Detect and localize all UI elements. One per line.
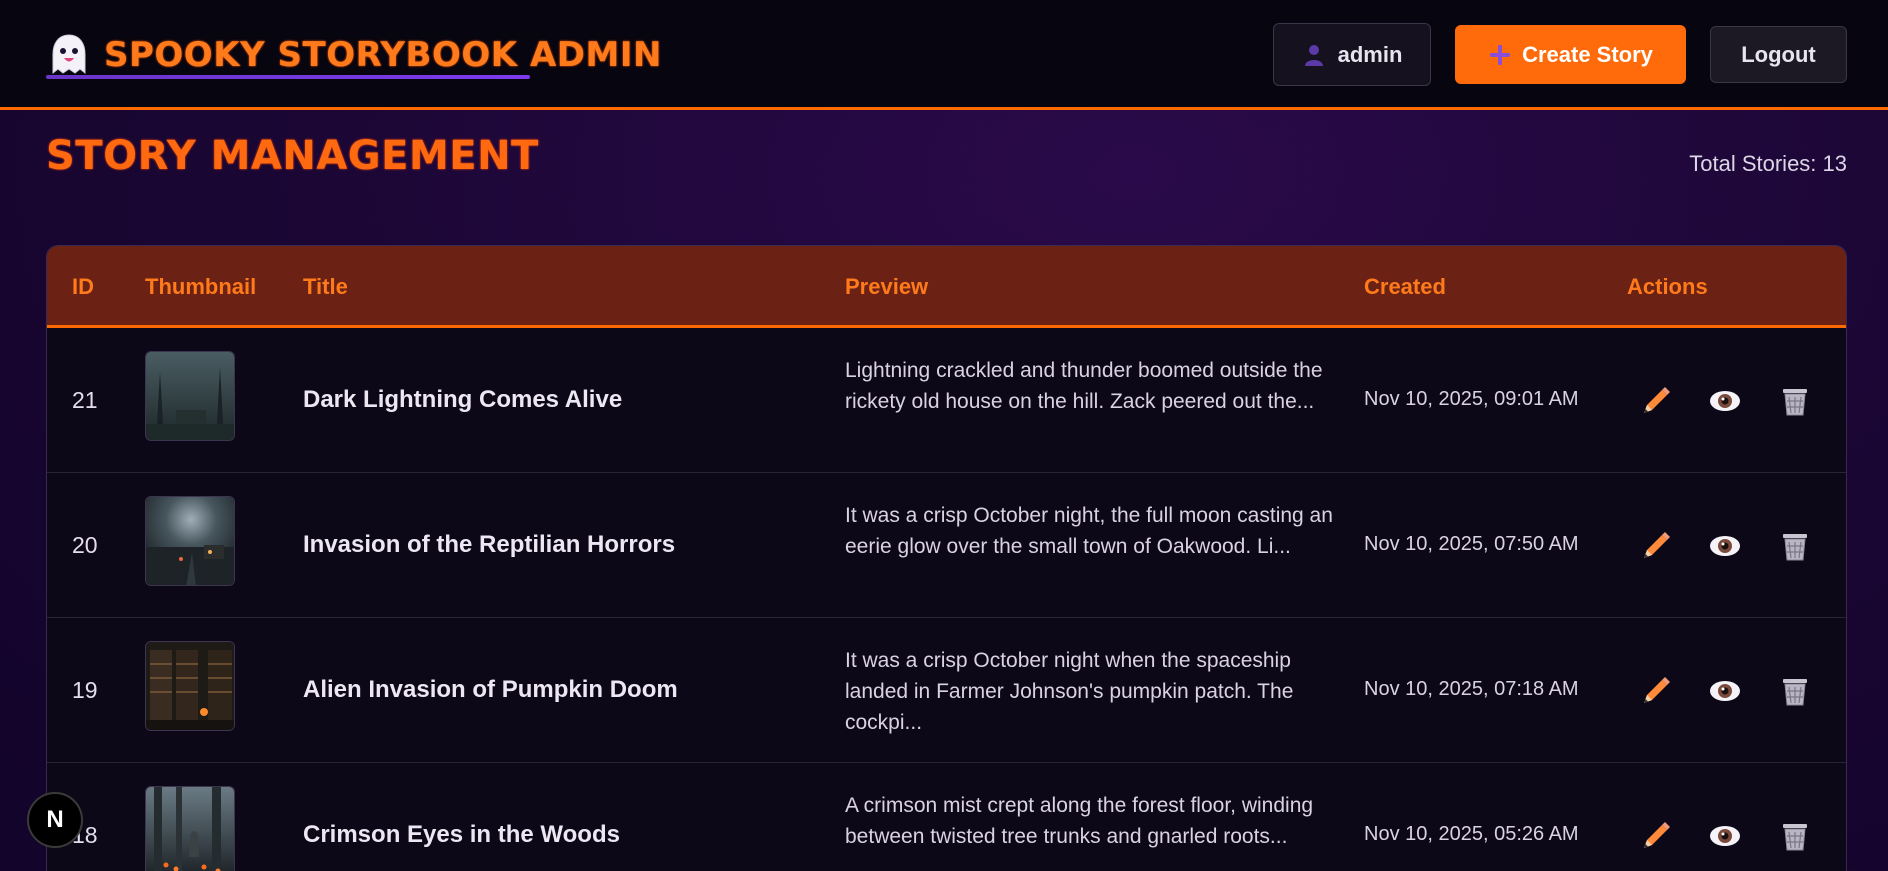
user-icon xyxy=(1302,43,1326,67)
story-title: Crimson Eyes in the Woods xyxy=(303,821,620,848)
page-title: STORY MANAGEMENT xyxy=(46,133,539,179)
column-header-preview: Preview xyxy=(845,274,929,299)
eye-icon[interactable] xyxy=(1707,528,1743,564)
trash-icon[interactable] xyxy=(1777,528,1813,564)
column-header-created: Created xyxy=(1364,274,1446,299)
eye-icon[interactable] xyxy=(1707,818,1743,854)
trash-icon[interactable] xyxy=(1777,383,1813,419)
create-story-label: Create Story xyxy=(1522,41,1653,67)
story-preview: A crimson mist crept along the forest fl… xyxy=(845,794,1314,848)
row-id: 19 xyxy=(72,677,98,703)
logout-button[interactable]: Logout xyxy=(1710,26,1847,83)
story-thumbnail[interactable] xyxy=(145,786,235,871)
trash-icon[interactable] xyxy=(1777,818,1813,854)
story-thumbnail[interactable] xyxy=(145,351,235,441)
story-created: Nov 10, 2025, 05:26 AM xyxy=(1364,823,1579,845)
story-title: Dark Lightning Comes Alive xyxy=(303,386,623,413)
trash-icon[interactable] xyxy=(1777,673,1813,709)
story-thumbnail[interactable] xyxy=(145,496,235,586)
pencil-icon[interactable] xyxy=(1638,528,1674,564)
story-thumbnail[interactable] xyxy=(145,641,235,731)
pencil-icon[interactable] xyxy=(1638,673,1674,709)
table-row: 20 Invasion of the Reptilian Horrors It … xyxy=(47,473,1846,618)
plus-icon xyxy=(1488,43,1512,67)
row-id: 21 xyxy=(72,387,98,413)
brand[interactable]: SPOOKY STORYBOOK ADMIN xyxy=(46,30,662,80)
user-button[interactable]: admin xyxy=(1273,23,1431,86)
create-story-button[interactable]: Create Story xyxy=(1455,25,1686,84)
eye-icon[interactable] xyxy=(1707,673,1743,709)
stories-table: ID Thumbnail Title Preview Created Actio… xyxy=(46,245,1847,871)
brand-title: SPOOKY STORYBOOK ADMIN xyxy=(104,35,662,75)
column-header-title: Title xyxy=(303,274,348,299)
top-header: SPOOKY STORYBOOK ADMIN admin Create Stor… xyxy=(0,0,1888,110)
story-created: Nov 10, 2025, 09:01 AM xyxy=(1364,388,1579,410)
table-row: 19 Alien Invasion of Pumpkin Doom It was… xyxy=(47,618,1846,763)
pencil-icon[interactable] xyxy=(1638,818,1674,854)
column-header-id: ID xyxy=(72,274,94,299)
story-created: Nov 10, 2025, 07:50 AM xyxy=(1364,533,1579,555)
row-id: 20 xyxy=(72,532,98,558)
table-header: ID Thumbnail Title Preview Created Actio… xyxy=(47,246,1846,328)
total-stories: Total Stories: 13 xyxy=(1689,151,1847,176)
column-header-actions: Actions xyxy=(1627,274,1708,299)
story-preview: It was a crisp October night when the sp… xyxy=(845,649,1294,734)
dev-tools-badge[interactable]: N xyxy=(27,792,83,848)
pencil-icon[interactable] xyxy=(1638,383,1674,419)
eye-icon[interactable] xyxy=(1707,383,1743,419)
story-preview: Lightning crackled and thunder boomed ou… xyxy=(845,359,1323,413)
story-title: Alien Invasion of Pumpkin Doom xyxy=(303,676,678,703)
story-preview: It was a crisp October night, the full m… xyxy=(845,504,1333,558)
story-title: Invasion of the Reptilian Horrors xyxy=(303,531,676,558)
table-row: 18 Crimson Eyes in the Woods A crimson m… xyxy=(47,763,1846,871)
user-label: admin xyxy=(1337,41,1403,67)
ghost-icon xyxy=(46,32,92,78)
story-created: Nov 10, 2025, 07:18 AM xyxy=(1364,678,1579,700)
column-header-thumbnail: Thumbnail xyxy=(145,274,257,299)
table-row: 21 Dark Lightning Comes Alive Lightning … xyxy=(47,328,1846,473)
brand-underline xyxy=(46,75,530,79)
